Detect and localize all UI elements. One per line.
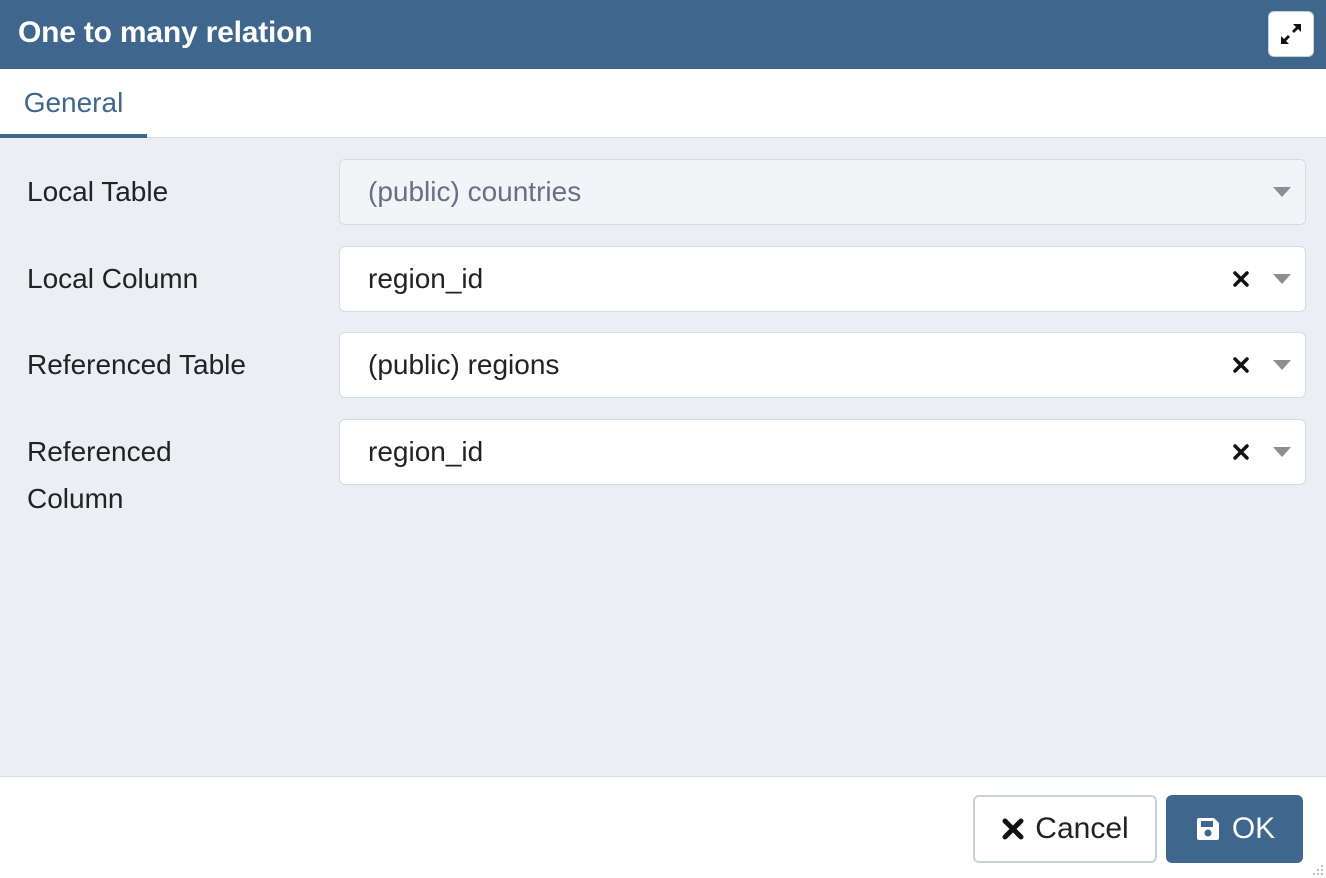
save-icon <box>1196 818 1219 840</box>
dialog-title: One to many relation <box>18 16 313 49</box>
local-table-select: (public) countries <box>339 159 1306 225</box>
referenced-table-select[interactable]: (public) regions <box>339 332 1306 398</box>
resize-grip-icon[interactable] <box>1310 862 1324 876</box>
dialog-header: One to many relation <box>0 0 1326 69</box>
local-table-value: (public) countries <box>368 176 582 207</box>
chevron-down-icon <box>1273 187 1291 197</box>
tab-bar: General <box>0 69 1326 138</box>
dialog-footer: Cancel OK <box>0 776 1326 878</box>
ok-button-label: OK <box>1231 812 1276 845</box>
chevron-down-icon[interactable] <box>1273 360 1291 370</box>
referenced-column-select[interactable]: region_id <box>339 419 1306 485</box>
referenced-column-value: region_id <box>368 436 484 467</box>
referenced-column-label-line2: Column <box>27 483 124 514</box>
clear-icon[interactable] <box>1231 269 1251 289</box>
tab-general[interactable]: General <box>0 69 147 138</box>
form-panel: Local Table (public) countries Local Col… <box>0 138 1326 776</box>
referenced-column-label-line1: Referenced <box>27 436 172 467</box>
maximize-icon <box>1281 24 1301 44</box>
clear-icon[interactable] <box>1231 355 1251 375</box>
ok-button[interactable]: OK <box>1166 795 1303 863</box>
chevron-down-icon[interactable] <box>1273 274 1291 284</box>
chevron-down-icon[interactable] <box>1273 447 1291 457</box>
maximize-button[interactable] <box>1268 11 1314 57</box>
cancel-button[interactable]: Cancel <box>973 795 1157 863</box>
local-column-label: Local Column <box>27 263 199 294</box>
local-column-select[interactable]: region_id <box>339 246 1306 312</box>
referenced-table-label: Referenced Table <box>27 349 246 380</box>
referenced-table-value: (public) regions <box>368 349 560 380</box>
local-table-label: Local Table <box>27 176 169 207</box>
clear-icon[interactable] <box>1231 442 1251 462</box>
local-column-value: region_id <box>368 263 484 294</box>
referenced-column-label: Referenced Column <box>27 428 307 522</box>
cancel-button-label: Cancel <box>1035 812 1129 845</box>
close-icon <box>1002 818 1024 840</box>
